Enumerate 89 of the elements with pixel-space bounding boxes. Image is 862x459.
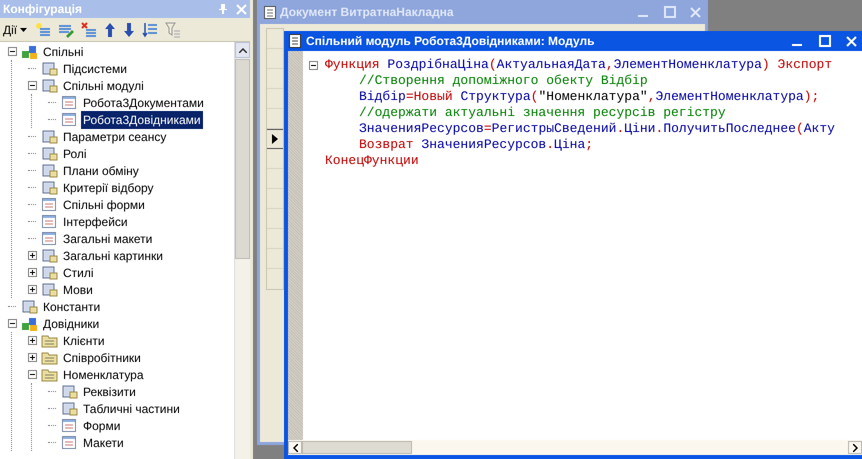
tree-item[interactable]: Табличні частини xyxy=(81,400,182,418)
tree-item[interactable]: Номенклатура xyxy=(61,366,146,384)
tree-item[interactable]: Реквізити xyxy=(81,382,138,400)
expand-icon[interactable] xyxy=(28,268,36,277)
module-icon xyxy=(41,214,58,229)
caret-icon xyxy=(20,28,28,32)
code-line: Функция РоздрібнаЦіна(АктуальнаяДата,ЭлементНоменклатура) Экспорт xyxy=(324,56,832,74)
module-icon xyxy=(61,112,78,127)
object-icon xyxy=(41,61,58,76)
code-line: КонецФункции xyxy=(324,152,419,170)
tree-item[interactable]: Співробітники xyxy=(61,348,143,366)
scroll-up-button[interactable] xyxy=(235,42,250,58)
collapse-icon[interactable] xyxy=(8,319,16,328)
document-icon xyxy=(264,6,276,18)
module-icon xyxy=(61,418,78,433)
code-comment: //Створення допоміжного обекту Відбір xyxy=(358,72,648,90)
tree-item[interactable]: Спільні форми xyxy=(61,196,147,214)
delete-icon[interactable] xyxy=(81,22,98,38)
object-icon xyxy=(41,282,58,297)
expand-icon[interactable] xyxy=(28,353,36,362)
module-icon xyxy=(61,95,78,110)
tree-item[interactable]: Плани обміну xyxy=(61,162,141,180)
add-icon[interactable] xyxy=(35,22,52,38)
cubes-icon xyxy=(21,44,38,60)
code-line: ЗначенияРесурсов=РегистрыСведений.Ціни.ПолучитьПоследнее(Акту xyxy=(358,120,835,138)
object-icon xyxy=(41,146,58,161)
tree-item[interactable]: Параметри сеансу xyxy=(61,128,168,146)
folder-icon xyxy=(41,334,58,348)
tree-item[interactable]: Клієнти xyxy=(61,332,107,350)
folder-icon xyxy=(41,368,58,382)
row-marker[interactable] xyxy=(267,129,283,149)
up-arrow-icon[interactable] xyxy=(104,22,116,38)
up-caret-icon xyxy=(238,48,246,52)
tree-item[interactable]: Стилі xyxy=(61,264,96,282)
expand-icon[interactable] xyxy=(28,251,36,260)
scroll-right-button[interactable] xyxy=(848,441,862,454)
tree-item[interactable]: Макети xyxy=(81,434,126,452)
scroll-left-button[interactable] xyxy=(288,441,302,454)
triangle-icon xyxy=(272,134,278,144)
sort-icon[interactable] xyxy=(142,22,158,38)
scroll-thumb[interactable] xyxy=(302,441,412,454)
vertical-scrollbar[interactable] xyxy=(234,42,250,459)
object-icon xyxy=(61,401,78,416)
actions-menu-button[interactable]: Дії xyxy=(2,20,28,38)
tree-item[interactable]: Довідники xyxy=(41,314,102,332)
tree-item[interactable]: Константи xyxy=(41,298,102,316)
module-icon xyxy=(41,197,58,212)
module-icon xyxy=(61,435,78,450)
object-icon xyxy=(41,248,58,263)
code-line: Відбір=Новый Структура("Номенклатура",ЭлементНоменклатура); xyxy=(358,88,820,106)
scroll-thumb[interactable] xyxy=(235,59,250,259)
collapse-icon[interactable] xyxy=(28,81,36,90)
module-icon xyxy=(41,231,58,246)
tree-item[interactable]: Робота3Довідниками xyxy=(81,110,203,128)
window-title: Документ ВитратнаНакладна xyxy=(280,4,455,21)
down-arrow-icon[interactable] xyxy=(123,22,136,38)
object-icon xyxy=(41,78,58,93)
horizontal-scrollbar[interactable] xyxy=(288,440,862,455)
object-icon xyxy=(41,129,58,144)
code-line: Возврат ЗначенияРесурсов.Ціна; xyxy=(358,136,594,154)
tree-item[interactable]: Робота3Документами xyxy=(81,94,206,112)
fold-icon[interactable] xyxy=(308,60,318,70)
cubes-icon xyxy=(21,316,38,332)
right-caret-icon xyxy=(852,444,858,452)
tree-item[interactable]: Критерії відбору xyxy=(61,178,156,196)
window-title: Спільний модуль Робота3Довідниками: Модуль xyxy=(306,33,596,50)
object-icon xyxy=(41,180,58,195)
object-icon xyxy=(41,163,58,178)
tree-item[interactable]: Спільні xyxy=(41,42,86,60)
tree-item[interactable]: Мови xyxy=(61,280,95,298)
left-caret-icon xyxy=(292,444,298,452)
panel-title: Конфігурація xyxy=(3,1,83,18)
folder-icon xyxy=(41,350,58,364)
tree-item[interactable]: Ролі xyxy=(61,144,89,162)
tree-item[interactable]: Форми xyxy=(81,416,122,434)
expand-icon[interactable] xyxy=(28,285,36,294)
object-icon xyxy=(21,299,38,314)
tree-item[interactable]: Інтерфейси xyxy=(61,212,130,230)
tree-item[interactable]: Спільні модулі xyxy=(61,76,146,94)
expand-icon[interactable] xyxy=(28,336,36,345)
tree-item[interactable]: Підсистеми xyxy=(61,60,129,78)
tree-item[interactable]: Загальні картинки xyxy=(61,246,165,264)
collapse-icon[interactable] xyxy=(28,370,36,379)
object-icon xyxy=(61,384,78,399)
document-icon xyxy=(289,34,301,48)
collapse-icon[interactable] xyxy=(8,47,16,56)
code-comment: //одержати актуальні значення ресурсів регістру xyxy=(358,104,726,122)
tree-item[interactable]: Загальні макети xyxy=(61,230,154,248)
object-icon xyxy=(41,265,58,280)
